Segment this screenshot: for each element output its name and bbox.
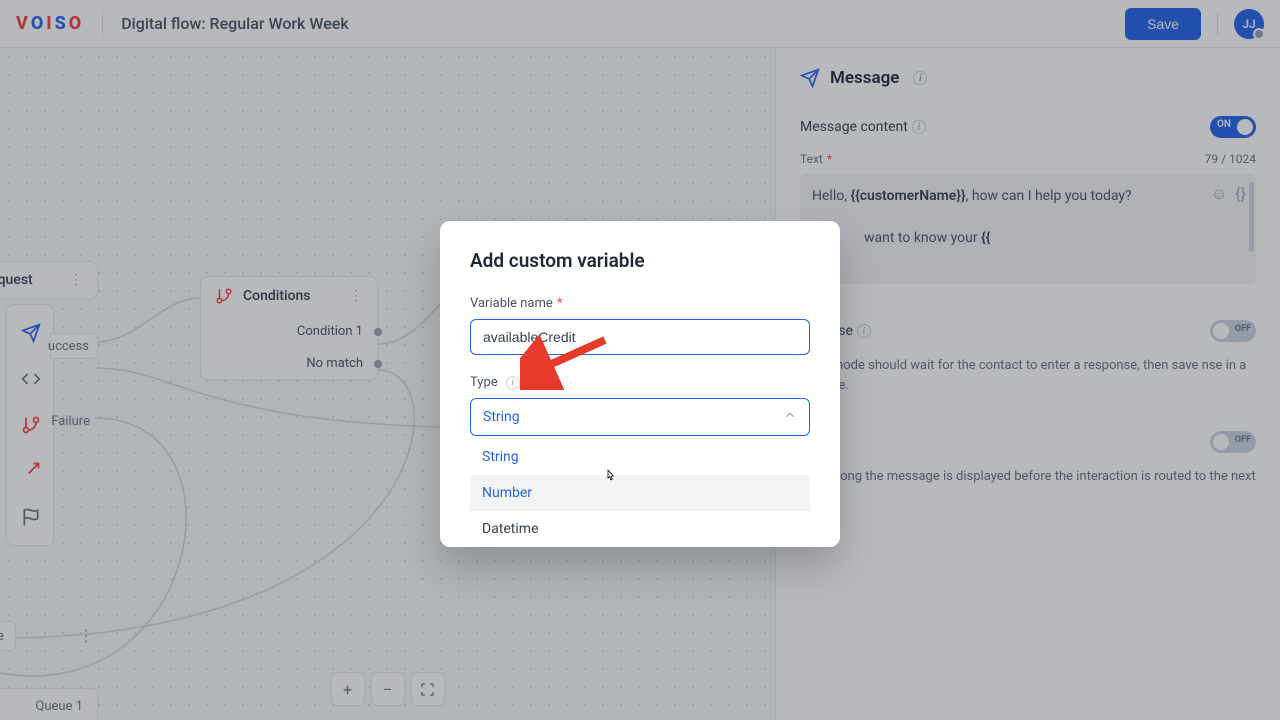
type-option-datetime[interactable]: Datetime bbox=[470, 511, 810, 547]
variable-name-label: Variable name* bbox=[470, 296, 810, 311]
type-option-string[interactable]: String bbox=[470, 439, 810, 475]
variable-name-input[interactable] bbox=[470, 319, 810, 355]
modal-title: Add custom variable bbox=[470, 249, 810, 272]
info-icon[interactable]: i bbox=[506, 376, 520, 390]
type-dropdown: String Number Datetime bbox=[470, 438, 810, 547]
type-select[interactable]: String bbox=[470, 398, 810, 436]
add-variable-modal: Add custom variable Variable name* Type … bbox=[440, 221, 840, 547]
type-option-number[interactable]: Number bbox=[470, 475, 810, 511]
type-label: Type i bbox=[470, 375, 810, 390]
chevron-up-icon bbox=[783, 408, 797, 426]
